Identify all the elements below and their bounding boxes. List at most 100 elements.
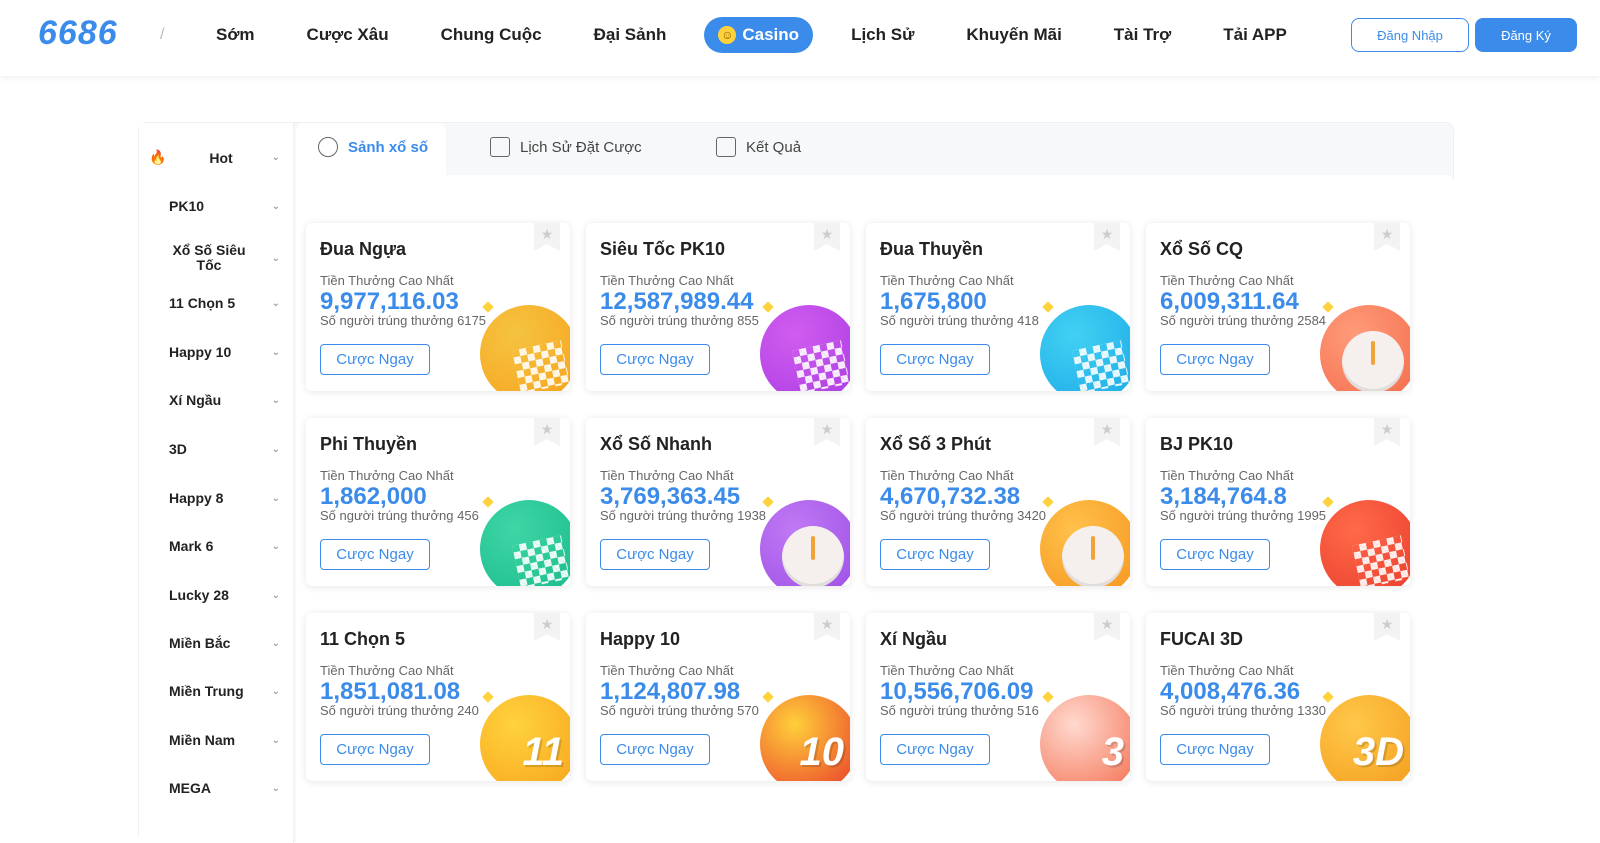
lottery-card[interactable]: ★ 3 Xí Ngầu Tiền Thưởng Cao Nhất 10,556,706.…: [866, 613, 1130, 781]
winners-count: Số người trúng thưởng 570: [600, 703, 772, 718]
winners-number: 516: [1017, 703, 1039, 718]
nav-item-0[interactable]: Sớm: [216, 25, 255, 45]
nav-label: Lịch Sử: [851, 25, 915, 44]
tab-lottery-hall[interactable]: Sảnh xổ số: [318, 137, 428, 157]
chevron-down-icon: ⌄: [271, 734, 280, 746]
lottery-card[interactable]: ★ Đua Ngựa Tiền Thưởng Cao Nhất 9,977,116.0…: [306, 223, 570, 391]
favorite-star-icon[interactable]: ★: [534, 223, 560, 251]
lottery-card[interactable]: ★ Phi Thuyền Tiền Thưởng Cao Nhất 1,862,000…: [306, 418, 570, 586]
lottery-card[interactable]: ★ Siêu Tốc PK10 Tiền Thưởng Cao Nhất 12,587…: [586, 223, 850, 391]
bet-now-button[interactable]: Cược Ngay: [320, 539, 430, 570]
favorite-star-icon[interactable]: ★: [814, 223, 840, 251]
sidebar-item-2[interactable]: Xổ Số Siêu Tốc ⌄: [149, 243, 284, 273]
bet-now-button[interactable]: Cược Ngay: [600, 539, 710, 570]
winners-count: Số người trúng thưởng 2584: [1160, 313, 1332, 328]
lottery-card[interactable]: ★ 11 11 Chọn 5 Tiền Thưởng Cao Nhất 1,851,08…: [306, 613, 570, 781]
bet-now-button[interactable]: Cược Ngay: [320, 344, 430, 375]
game-art-icon: [1320, 500, 1410, 586]
sidebar-item-13[interactable]: MEGA ⌄: [149, 780, 284, 796]
sidebar-item-10[interactable]: Miền Bắc ⌄: [149, 635, 284, 651]
nav-item-2[interactable]: Chung Cuộc: [441, 25, 542, 45]
sidebar-item-0[interactable]: 🔥 Hot ⌄: [149, 149, 284, 166]
checkered-flag-icon: [1071, 340, 1130, 391]
bet-now-button[interactable]: Cược Ngay: [1160, 734, 1270, 765]
nav-item-6[interactable]: Khuyến Mãi: [966, 25, 1061, 45]
bet-now-button[interactable]: Cược Ngay: [880, 344, 990, 375]
nav-label: Tải APP: [1223, 25, 1287, 44]
login-button[interactable]: Đăng Nhập: [1351, 18, 1469, 52]
prize-amount: 3,184,764.8: [1160, 483, 1287, 510]
lottery-card[interactable]: ★ Xổ Số CQ Tiền Thưởng Cao Nhất 6,009,311.6…: [1146, 223, 1410, 391]
sidebar-item-7[interactable]: Happy 8 ⌄: [149, 490, 284, 506]
tab-results[interactable]: Kết Quả: [716, 137, 801, 157]
sidebar-label-text: Miền Bắc: [169, 635, 231, 651]
nav-item-8[interactable]: Tải APP: [1223, 25, 1287, 45]
favorite-star-icon[interactable]: ★: [534, 418, 560, 446]
clock-icon: [1342, 331, 1404, 391]
game-art-icon: [480, 305, 570, 391]
bet-now-button[interactable]: Cược Ngay: [600, 344, 710, 375]
smiley-icon: ☺: [718, 26, 737, 44]
sparkle-icon: [762, 301, 774, 313]
lottery-card[interactable]: ★ Xổ Số Nhanh Tiền Thưởng Cao Nhất 3,769,36…: [586, 418, 850, 586]
favorite-star-icon[interactable]: ★: [534, 613, 560, 641]
nav-item-4[interactable]: ☺ Casino: [704, 17, 814, 53]
favorite-star-icon[interactable]: ★: [1094, 223, 1120, 251]
bet-now-button[interactable]: Cược Ngay: [1160, 344, 1270, 375]
winners-prefix: Số người trúng thưởng: [600, 313, 734, 328]
chevron-down-icon: ⌄: [271, 685, 280, 697]
favorite-star-icon[interactable]: ★: [814, 418, 840, 446]
lottery-card[interactable]: ★ Xổ Số 3 Phút Tiền Thưởng Cao Nhất 4,670,7…: [866, 418, 1130, 586]
sidebar-item-9[interactable]: Lucky 28 ⌄: [149, 587, 284, 603]
sidebar-label-text: Miền Trung: [169, 683, 244, 699]
lottery-card[interactable]: ★ 10 Happy 10 Tiền Thưởng Cao Nhất 1,124,807…: [586, 613, 850, 781]
nav-item-3[interactable]: Đại Sảnh: [594, 25, 667, 45]
sidebar-item-1[interactable]: PK10 ⌄: [149, 198, 284, 214]
chevron-down-icon: ⌄: [271, 346, 280, 358]
sidebar-item-6[interactable]: 3D ⌄: [149, 441, 284, 457]
prize-label: Tiền Thưởng Cao Nhất: [600, 273, 734, 288]
favorite-star-icon[interactable]: ★: [814, 613, 840, 641]
tab-bet-history[interactable]: Lịch Sử Đặt Cược: [490, 137, 642, 157]
bet-now-button[interactable]: Cược Ngay: [600, 734, 710, 765]
sidebar-item-5[interactable]: Xí Ngầu ⌄: [149, 392, 284, 408]
prize-label: Tiền Thưởng Cao Nhất: [880, 468, 1014, 483]
prize-amount: 6,009,311.64: [1160, 288, 1299, 315]
prize-label: Tiền Thưởng Cao Nhất: [1160, 468, 1294, 483]
chart-icon: [716, 137, 736, 157]
lottery-card[interactable]: ★ 3D FUCAI 3D Tiền Thưởng Cao Nhất 4,008,476…: [1146, 613, 1410, 781]
favorite-star-icon[interactable]: ★: [1374, 223, 1400, 251]
favorite-star-icon[interactable]: ★: [1374, 418, 1400, 446]
sidebar-item-4[interactable]: Happy 10 ⌄: [149, 344, 284, 360]
checkered-flag-icon: [791, 340, 850, 391]
sidebar-item-label: Xí Ngầu: [149, 392, 221, 408]
bet-now-button[interactable]: Cược Ngay: [1160, 539, 1270, 570]
favorite-star-icon[interactable]: ★: [1094, 613, 1120, 641]
bet-now-button[interactable]: Cược Ngay: [320, 734, 430, 765]
lottery-card[interactable]: ★ Đua Thuyền Tiền Thưởng Cao Nhất 1,675,800…: [866, 223, 1130, 391]
sidebar-item-label: Happy 10: [149, 344, 231, 360]
winners-prefix: Số người trúng thưởng: [600, 508, 734, 523]
winners-prefix: Số người trúng thưởng: [880, 508, 1014, 523]
card-title: Xổ Số Nhanh: [600, 434, 712, 454]
lottery-card[interactable]: ★ BJ PK10 Tiền Thưởng Cao Nhất 3,184,764.8 S…: [1146, 418, 1410, 586]
prize-amount: 1,124,807.98: [600, 678, 741, 705]
favorite-star-icon[interactable]: ★: [1374, 613, 1400, 641]
bet-now-button[interactable]: Cược Ngay: [880, 539, 990, 570]
sidebar-item-12[interactable]: Miền Nam ⌄: [149, 732, 284, 748]
nav-item-5[interactable]: Lịch Sử: [851, 25, 914, 45]
sparkle-icon: [482, 301, 494, 313]
register-button[interactable]: Đăng Ký: [1475, 18, 1577, 52]
game-art-icon: [1320, 305, 1410, 391]
sidebar-item-8[interactable]: Mark 6 ⌄: [149, 538, 284, 554]
nav-item-1[interactable]: Cược Xâu: [307, 25, 389, 45]
favorite-star-icon[interactable]: ★: [1094, 418, 1120, 446]
winners-number: 6175: [457, 313, 487, 328]
bet-now-button[interactable]: Cược Ngay: [880, 734, 990, 765]
prize-amount: 4,670,732.38: [880, 483, 1021, 510]
sidebar-item-3[interactable]: 11 Chọn 5 ⌄: [149, 295, 284, 311]
site-logo[interactable]: 6686: [38, 14, 118, 53]
nav-item-7[interactable]: Tài Trợ: [1114, 25, 1171, 45]
winners-count: Số người trúng thưởng 1938: [600, 508, 772, 523]
sidebar-item-11[interactable]: Miền Trung ⌄: [149, 683, 284, 699]
